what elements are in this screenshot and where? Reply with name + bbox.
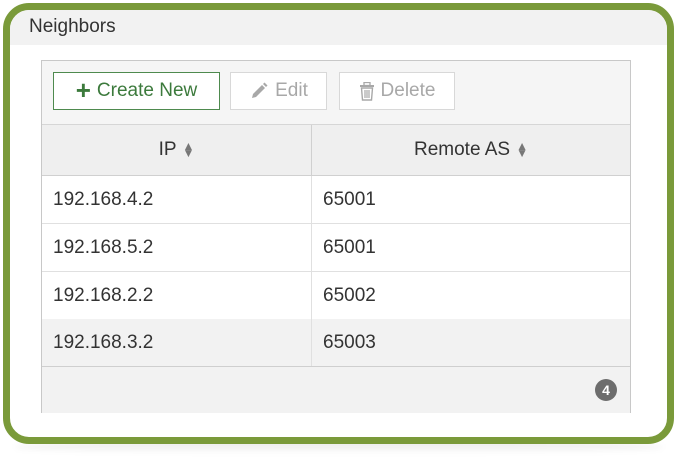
neighbors-frame: Neighbors + Create New Edit Delete IP ▲ …: [3, 3, 674, 444]
edit-button[interactable]: Edit: [230, 72, 327, 110]
create-new-button[interactable]: + Create New: [53, 72, 220, 110]
table-row[interactable]: 192.168.3.2 65003: [42, 319, 630, 367]
column-header-ip-label: IP: [158, 139, 177, 160]
plus-icon: +: [75, 75, 91, 105]
panel-title: Neighbors: [29, 16, 116, 37]
remote-as-cell: 65001: [323, 236, 376, 258]
ip-cell: 192.168.3.2: [42, 319, 312, 366]
trash-icon: [359, 81, 375, 101]
table-footer: 4: [42, 366, 630, 413]
delete-label: Delete: [380, 80, 436, 101]
toolbar: + Create New Edit Delete: [42, 61, 630, 125]
column-header-ip[interactable]: IP ▲ ▼: [42, 125, 312, 175]
table-row[interactable]: 192.168.5.2 65001: [42, 224, 630, 272]
table-header: IP ▲ ▼ Remote AS ▲ ▼: [42, 125, 630, 176]
remote-as-cell: 65002: [323, 284, 376, 306]
ip-cell: 192.168.2.2: [42, 272, 312, 319]
column-header-remote-as[interactable]: Remote AS ▲ ▼: [312, 125, 630, 175]
table-row[interactable]: 192.168.4.2 65001: [42, 176, 630, 224]
create-new-label: Create New: [96, 80, 198, 101]
column-header-remote-as-label: Remote AS: [414, 139, 511, 160]
pencil-icon: [249, 81, 269, 101]
remote-as-cell: 65003: [323, 331, 376, 353]
ip-cell: 192.168.5.2: [42, 224, 312, 271]
panel-header: Neighbors: [10, 10, 667, 45]
row-count-badge: 4: [595, 379, 617, 401]
delete-button[interactable]: Delete: [339, 72, 455, 110]
sort-icon: ▲ ▼: [182, 139, 195, 160]
table-row[interactable]: 192.168.2.2 65002: [42, 272, 630, 320]
ip-cell: 192.168.4.2: [42, 176, 312, 223]
edit-label: Edit: [275, 80, 308, 101]
neighbors-table-panel: + Create New Edit Delete IP ▲ ▼ Remote A…: [41, 60, 631, 413]
remote-as-cell: 65001: [323, 188, 376, 210]
sort-icon: ▲ ▼: [516, 139, 528, 160]
